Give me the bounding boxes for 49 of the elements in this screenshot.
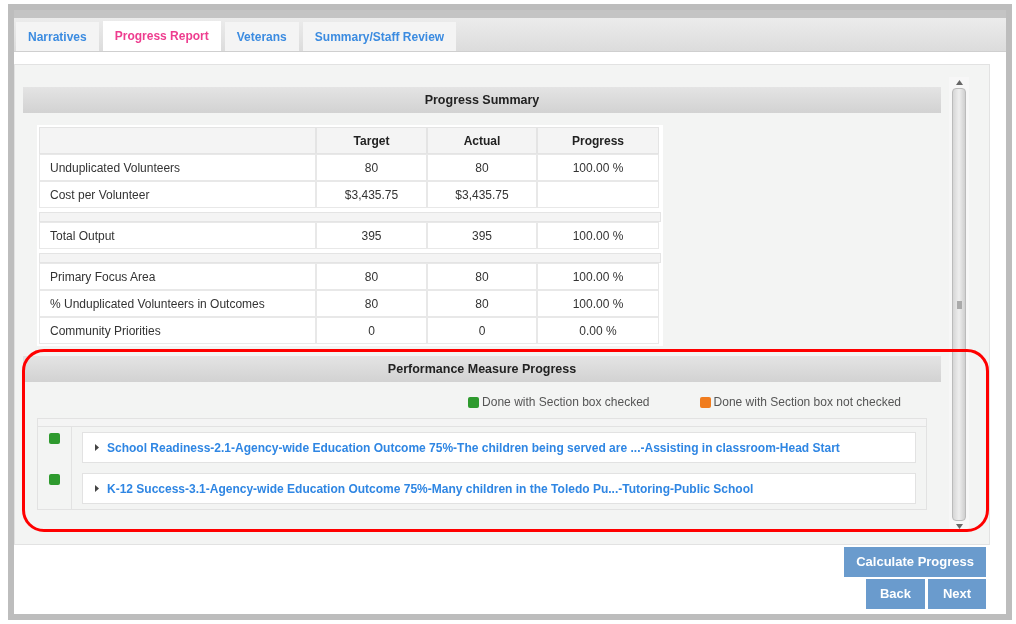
table-cell-text: 0	[478, 322, 486, 340]
back-button[interactable]: Back	[866, 579, 925, 609]
row-label: % Unduplicated Volunteers in Outcomes	[50, 295, 265, 313]
calculate-progress-button[interactable]: Calculate Progress	[844, 547, 986, 577]
scroll-up-icon[interactable]	[955, 80, 963, 85]
table-cell-text: 395	[472, 227, 492, 245]
tab[interactable]: Progress Report	[102, 21, 221, 51]
table-cell-text: 0	[368, 322, 375, 340]
table-cell-text: 100.00 %	[572, 295, 624, 313]
table-cell-text: 80	[364, 268, 379, 286]
table-cell-text: $3,435.75	[455, 186, 509, 204]
column-header: Progress	[537, 127, 659, 154]
scroll-down-icon[interactable]	[955, 524, 963, 529]
table-cell-text: 395	[361, 227, 382, 245]
table-cell-text: $3,435.75	[344, 186, 399, 204]
table-cell-text: 80	[475, 268, 489, 286]
table-cell-text: 80	[364, 159, 379, 177]
tab[interactable]: Narratives	[16, 22, 99, 51]
column-header: Actual	[427, 127, 537, 154]
next-button[interactable]: Next	[928, 579, 986, 609]
table-cell-text: 100.00 %	[572, 159, 624, 177]
table-cell-text: 100.00 %	[572, 268, 624, 286]
measure-link[interactable]: School Readiness-2.1-Agency-wide Education Outcome 75%-The children being served are ...-Assisting in classroom-Head Start	[107, 438, 840, 457]
row-label: Community Priorities	[50, 322, 161, 340]
expand-arrow-icon	[95, 444, 99, 451]
row-label: Cost per Volunteer	[50, 186, 150, 204]
measure-link[interactable]: K-12 Success-3.1-Agency-wide Education Outcome 75%-Many children in the Toledo Pu...-Tutoring-Public School	[107, 479, 754, 498]
table-cell-text: 100.00 %	[572, 227, 624, 245]
section-header: Performance Measure Progress	[23, 356, 941, 382]
row-label: Primary Focus Area	[50, 268, 156, 286]
checkbox-icon[interactable]	[49, 433, 60, 444]
tab[interactable]: Summary/Staff Review	[302, 22, 457, 51]
legend-label: Done with Section box not checked	[713, 394, 901, 411]
row-label: Unduplicated Volunteers	[50, 159, 181, 177]
legend-label: Done with Section box checked	[482, 394, 650, 411]
checkbox-icon[interactable]	[49, 474, 60, 485]
table-cell-text: 0.00 %	[579, 322, 617, 340]
table-cell-text: 80	[364, 295, 379, 313]
row-label: Total Output	[50, 227, 115, 245]
tab[interactable]: Veterans	[224, 22, 299, 51]
measure-row[interactable]: K-12 Success-3.1-Agency-wide Education Outcome 75%-Many children in the Toledo Pu...-Tutoring-Public School	[82, 473, 916, 504]
table-cell-text: 80	[475, 159, 489, 177]
section-header: Progress Summary	[23, 87, 941, 113]
expand-arrow-icon	[95, 485, 99, 492]
measure-row[interactable]: School Readiness-2.1-Agency-wide Education Outcome 75%-The children being served are ...-Assisting in classroom-Head Start	[82, 432, 916, 463]
column-header: Target	[316, 127, 427, 154]
scrollbar[interactable]	[949, 77, 969, 532]
grip-icon	[956, 300, 962, 309]
table-cell-text: 80	[475, 295, 489, 313]
